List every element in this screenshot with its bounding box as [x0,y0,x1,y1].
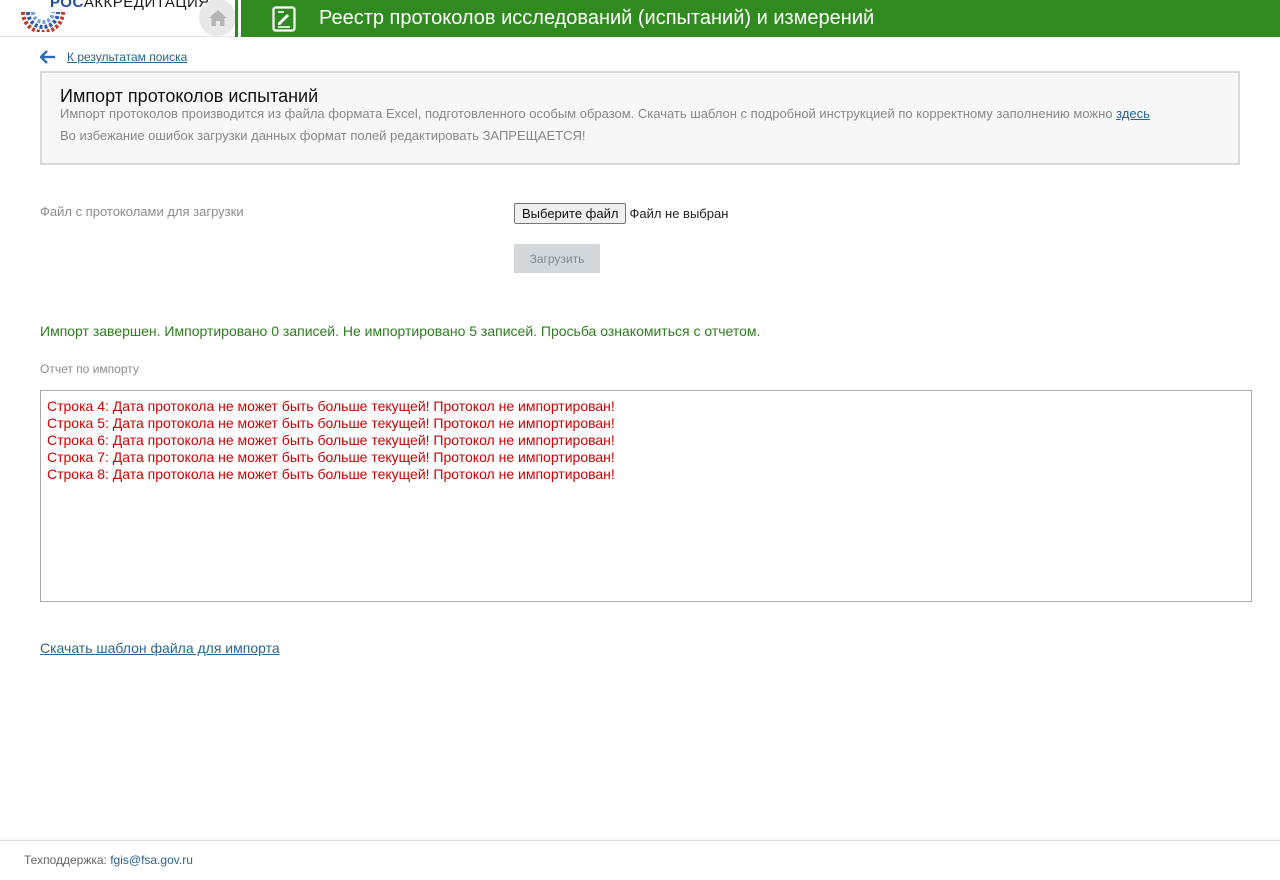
back-to-results-link[interactable]: К результатам поиска [67,50,187,64]
support-email-link[interactable]: fgis@fsa.gov.ru [110,853,193,867]
back-navigation: К результатам поиска [40,50,187,64]
upload-button[interactable]: Загрузить [514,244,600,273]
import-info-panel: Импорт протоколов испытаний Импорт прото… [40,71,1240,165]
report-line: Строка 4: Дата протокола не может быть б… [47,398,615,414]
app-header: РОСАККРЕДИТАЦИЯ Реестр протоколов исслед… [0,0,1280,37]
header-bar: Реестр протоколов исследований (испытани… [235,0,1280,37]
import-title: Импорт протоколов испытаний [60,86,319,106]
logo-text: РОСАККРЕДИТАЦИЯ [50,0,210,11]
support-label: Техподдержка: [24,853,107,867]
logo-suffix: АККРЕДИТАЦИЯ [83,0,210,11]
file-field-label: Файл с протоколами для загрузки [40,204,244,219]
support-info: Техподдержка: fgis@fsa.gov.ru [24,853,193,867]
report-line: Строка 7: Дата протокола не может быть б… [47,449,615,465]
footer: Техподдержка: fgis@fsa.gov.ru [0,840,1280,880]
download-template-link[interactable]: Скачать шаблон файла для импорта [40,640,280,656]
report-line: Строка 6: Дата протокола не может быть б… [47,432,615,448]
logo-prefix: РОС [50,0,84,11]
document-edit-icon [271,5,297,32]
report-line: Строка 8: Дата протокола не может быть б… [47,466,615,482]
report-line: Строка 5: Дата протокола не может быть б… [47,415,615,431]
import-result-message: Импорт завершен. Импортировано 0 записей… [40,323,761,339]
template-here-link[interactable]: здесь [1116,106,1150,121]
logo-area: РОСАККРЕДИТАЦИЯ [0,0,238,37]
arrow-left-icon[interactable] [40,50,56,64]
page-header-title: Реестр протоколов исследований (испытани… [319,7,875,29]
import-instructions-text: Импорт протоколов производится из файла … [60,106,1113,121]
home-button[interactable] [199,0,236,36]
choose-file-button[interactable]: Выберите файл [514,203,627,224]
home-icon [208,9,227,26]
file-input: Выберите файл Файл не выбран [514,203,728,224]
file-status-text: Файл не выбран [629,206,729,221]
import-instructions: Импорт протоколов производится из файла … [60,106,1220,122]
import-report-textarea[interactable]: Строка 4: Дата протокола не может быть б… [40,390,1252,602]
import-warning: Во избежание ошибок загрузки данных форм… [60,128,586,143]
report-label: Отчет по импорту [40,362,139,376]
